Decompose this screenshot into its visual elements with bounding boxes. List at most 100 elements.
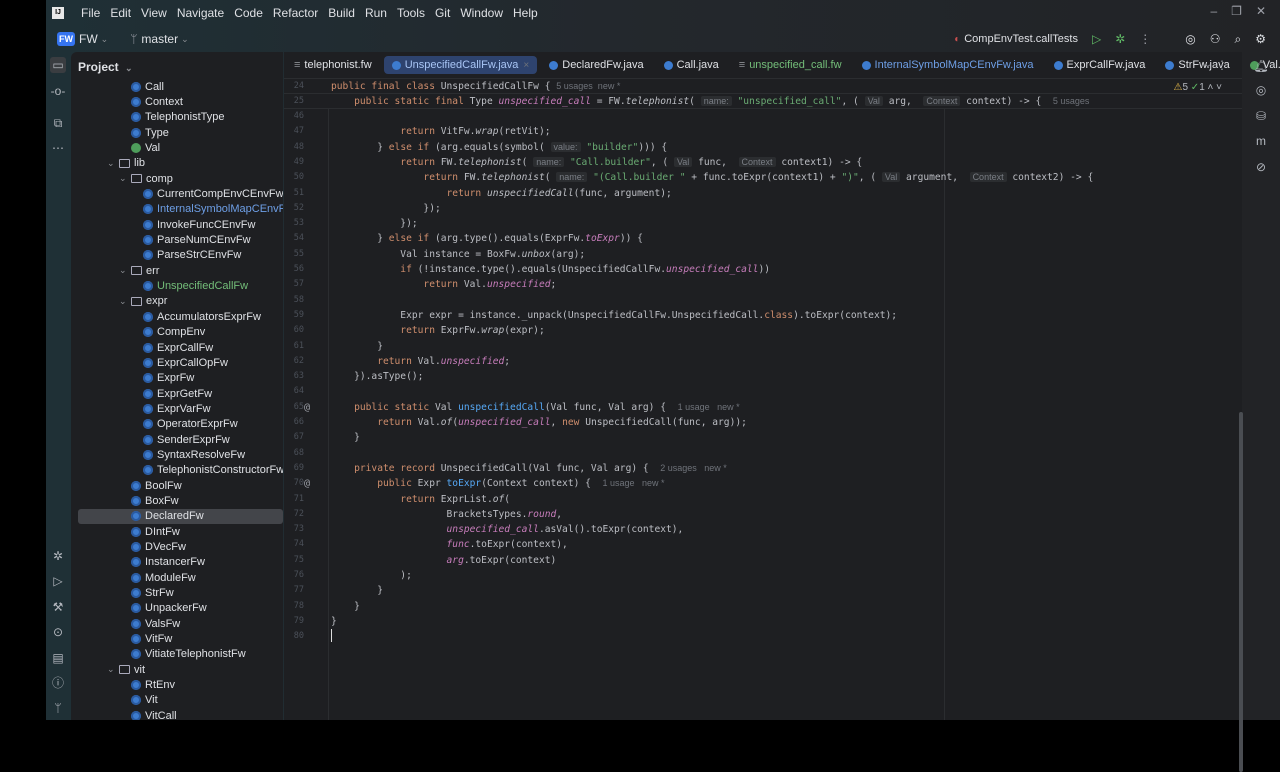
menu-navigate[interactable]: Navigate <box>172 6 229 20</box>
menu-build[interactable]: Build <box>323 6 360 20</box>
chevron-down-icon[interactable]: ⌄ <box>107 158 119 169</box>
editor-tab[interactable]: ≡ telephonist.fw <box>286 56 380 74</box>
tree-file[interactable]: SenderExprFw <box>71 432 283 447</box>
run-tool-icon[interactable]: ▷ <box>50 573 66 589</box>
tree-folder[interactable]: ⌄ comp <box>71 171 283 186</box>
override-marker-icon[interactable]: @ <box>304 400 310 415</box>
tree-file[interactable]: RtEnv <box>71 677 283 692</box>
tree-file[interactable]: DeclaredFw <box>78 508 283 524</box>
problems-icon[interactable]: ⓘ <box>50 675 66 691</box>
tabs-more-icon[interactable]: ⋮ <box>1216 58 1228 72</box>
menu-file[interactable]: File <box>76 6 105 20</box>
structure-icon[interactable]: ⧉ <box>50 115 66 131</box>
build-icon[interactable]: ⚒ <box>50 599 66 615</box>
notifications-icon[interactable]: 🔔︎ <box>1253 58 1269 74</box>
tree-file[interactable]: Type <box>71 125 283 140</box>
menu-refactor[interactable]: Refactor <box>268 6 323 20</box>
markdown-icon[interactable]: m <box>1253 133 1269 149</box>
tree-file[interactable]: Vit <box>71 693 283 708</box>
run-config-selector[interactable]: CompEnvTest.callTests <box>964 33 1078 45</box>
usages-hint[interactable]: 2 usages new * <box>660 463 727 473</box>
inspection-widget[interactable]: ⚠5 ✓1 ˄ ˅ <box>1173 82 1222 93</box>
menu-view[interactable]: View <box>136 6 172 20</box>
tree-file[interactable]: StrFw <box>71 585 283 600</box>
menu-code[interactable]: Code <box>229 6 268 20</box>
tree-file[interactable]: ParseNumCEnvFw <box>71 232 283 247</box>
more-icon[interactable]: ⋮ <box>1139 32 1151 46</box>
tabs-dropdown-icon[interactable]: ⌄ <box>1204 59 1212 70</box>
search-icon[interactable]: ⌕ <box>1235 32 1242 47</box>
tree-file[interactable]: ExprCallOpFw <box>71 355 283 370</box>
tree-file[interactable]: CompEnv <box>71 325 283 340</box>
usages-hint[interactable]: 1 usage new * <box>678 402 740 412</box>
branch-selector[interactable]: master <box>141 32 178 46</box>
tree-file[interactable]: InstancerFw <box>71 555 283 570</box>
project-badge[interactable]: FW <box>57 32 75 46</box>
tree-file[interactable]: ExprFw <box>71 371 283 386</box>
project-panel-title[interactable]: Project ⌄ <box>78 60 133 74</box>
tree-file[interactable]: OperatorExprFw <box>71 417 283 432</box>
tree-file[interactable]: TelephonistConstructorFw <box>71 463 283 478</box>
run-icon[interactable]: ▷ <box>1092 32 1101 46</box>
tree-folder[interactable]: ⌄ lib <box>71 156 283 171</box>
editor-tab[interactable]: DeclaredFw.java <box>541 56 651 74</box>
editor-tab[interactable]: Call.java <box>656 56 727 74</box>
commit-icon[interactable]: -o- <box>50 83 66 99</box>
debug-icon[interactable]: ✲ <box>1115 32 1125 46</box>
editor-tab[interactable]: ExprCallFw.java <box>1046 56 1154 74</box>
chevron-down-icon[interactable]: ⌄ <box>119 265 131 276</box>
project-folder-icon[interactable]: ▭ <box>50 57 66 73</box>
tree-folder[interactable]: ⌄ vit <box>71 662 283 677</box>
tree-file[interactable]: DVecFw <box>71 539 283 554</box>
tree-file[interactable]: AccumulatorsExprFw <box>71 309 283 324</box>
tree-file[interactable]: ExprGetFw <box>71 386 283 401</box>
tree-file[interactable]: UnpackerFw <box>71 601 283 616</box>
menu-edit[interactable]: Edit <box>105 6 136 20</box>
database-icon[interactable]: ⛁ <box>1253 108 1269 124</box>
tree-file[interactable]: ExprVarFw <box>71 401 283 416</box>
tree-file[interactable]: TelephonistType <box>71 110 283 125</box>
services-icon[interactable]: ⊙ <box>50 624 66 640</box>
tree-file[interactable]: InvokeFuncCEnvFw <box>71 217 283 232</box>
chevron-down-icon[interactable]: ⌄ <box>119 173 131 184</box>
tree-file[interactable]: ValsFw <box>71 616 283 631</box>
tree-file[interactable]: Context <box>71 94 283 109</box>
tree-file[interactable]: VitiateTelephonistFw <box>71 647 283 662</box>
more-tools-icon[interactable]: ⋯ <box>50 140 66 156</box>
git-icon[interactable]: ᛘ <box>50 700 66 716</box>
close-tab-icon[interactable]: × <box>523 60 529 71</box>
usages-hint[interactable]: 5 usages new * <box>556 81 620 91</box>
tree-file[interactable]: BoolFw <box>71 478 283 493</box>
tree-file[interactable]: CurrentCompEnvCEnvFw <box>71 186 283 201</box>
menu-run[interactable]: Run <box>360 6 392 20</box>
terminal-icon[interactable]: ▤ <box>50 650 66 666</box>
tree-file[interactable]: Val <box>71 140 283 155</box>
menu-help[interactable]: Help <box>508 6 543 20</box>
add-user-icon[interactable]: ⚇ <box>1210 32 1221 46</box>
tree-file[interactable]: DIntFw <box>71 524 283 539</box>
settings-icon[interactable]: ⚙ <box>1255 32 1266 46</box>
tree-file[interactable]: Call <box>71 79 283 94</box>
editor-tab[interactable]: ≡ unspecified_call.fw <box>731 56 850 74</box>
ai-assistant-icon[interactable]: ◎ <box>1185 32 1195 46</box>
tree-file[interactable]: ModuleFw <box>71 570 283 585</box>
tree-folder[interactable]: ⌄ err <box>71 263 283 278</box>
minimize-icon[interactable]: – <box>1210 4 1217 18</box>
tree-folder[interactable]: ⌄ expr <box>71 294 283 309</box>
close-icon[interactable]: ✕ <box>1256 4 1266 18</box>
tree-file[interactable]: VitFw <box>71 631 283 646</box>
menu-window[interactable]: Window <box>455 6 508 20</box>
tree-file[interactable]: VitCall <box>71 708 283 720</box>
usages-hint[interactable]: 1 usage new * <box>602 478 664 488</box>
editor-tab[interactable]: UnspecifiedCallFw.java × <box>383 56 538 74</box>
tree-file[interactable]: InternalSymbolMapCEnvFw <box>71 202 283 217</box>
tree-file[interactable]: ParseStrCEnvFw <box>71 248 283 263</box>
chevron-down-icon[interactable]: ⌄ <box>119 296 131 307</box>
debug-tool-icon[interactable]: ✲ <box>50 548 66 564</box>
coverage-icon[interactable]: ⊘ <box>1253 159 1269 175</box>
usages-hint[interactable]: 5 usages <box>1053 96 1090 106</box>
ai-chat-icon[interactable]: ◎ <box>1253 82 1269 98</box>
chevron-down-icon[interactable]: ⌄ <box>107 664 119 675</box>
override-marker-icon[interactable]: @ <box>304 476 310 491</box>
tree-file[interactable]: UnspecifiedCallFw <box>71 278 283 293</box>
